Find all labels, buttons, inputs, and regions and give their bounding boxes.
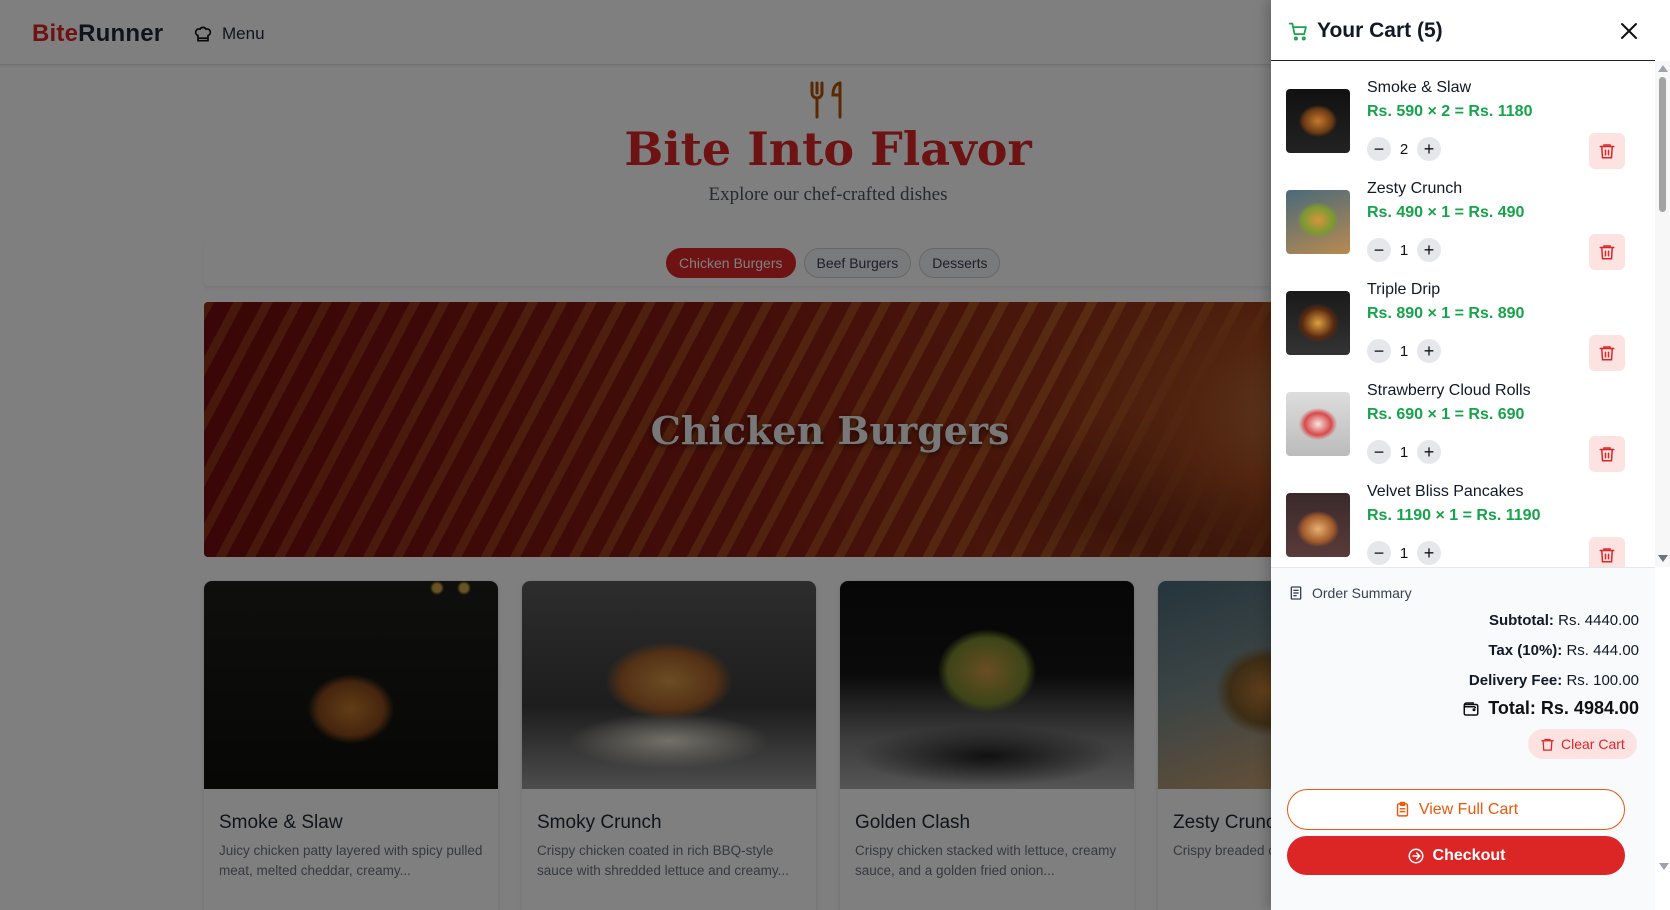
wallet-icon <box>1463 701 1479 716</box>
quantity-value: 1 <box>1399 544 1409 562</box>
cart-item-price: Rs. 490 × 1 = Rs. 490 <box>1367 204 1525 221</box>
cart-item-name: Triple Drip <box>1367 281 1441 298</box>
decrease-button[interactable]: − <box>1367 339 1391 363</box>
order-summary-heading: Order Summary <box>1288 585 1412 601</box>
cart-drawer: Your Cart (5) Smoke & Slaw Rs. 590 × 2 =… <box>1271 0 1670 910</box>
tax-row: Tax (10%): Rs. 444.00 <box>1488 642 1639 659</box>
clear-cart-button[interactable]: Clear Cart <box>1528 729 1637 759</box>
subtotal-row: Subtotal: Rs. 4440.00 <box>1489 612 1639 629</box>
total-text: Total: Rs. 4984.00 <box>1488 698 1639 718</box>
cart-header: Your Cart (5) <box>1271 0 1655 61</box>
subtotal-label: Subtotal: <box>1488 612 1554 629</box>
cart-item-image <box>1286 493 1350 557</box>
quantity-stepper: − 2 + <box>1367 137 1441 161</box>
delivery-row: Delivery Fee: Rs. 100.00 <box>1469 672 1639 689</box>
page-scroll-down-arrow-icon[interactable] <box>1659 863 1669 870</box>
cart-item-name: Velvet Bliss Pancakes <box>1367 483 1524 500</box>
remove-item-button[interactable] <box>1589 537 1625 567</box>
checkout-label: Checkout <box>1432 846 1506 864</box>
delivery-value: Rs. 100.00 <box>1566 672 1639 689</box>
quantity-value: 2 <box>1399 140 1409 158</box>
trash-icon <box>1599 245 1615 260</box>
cart-item-image <box>1286 89 1350 153</box>
cart-items-scrollbar[interactable] <box>1655 61 1670 567</box>
decrease-button[interactable]: − <box>1367 440 1391 464</box>
clipboard-icon <box>1396 801 1409 817</box>
cart-item-image <box>1286 392 1350 456</box>
cart-item: Velvet Bliss Pancakes Rs. 1190 × 1 = Rs.… <box>1271 465 1655 567</box>
quantity-value: 1 <box>1399 342 1409 360</box>
scroll-down-arrow-icon[interactable] <box>1658 555 1668 562</box>
trash-icon <box>1599 144 1615 159</box>
cart-item-price: Rs. 690 × 1 = Rs. 690 <box>1367 406 1525 423</box>
cart-item-name: Zesty Crunch <box>1367 180 1463 197</box>
cart-item: Strawberry Cloud Rolls Rs. 690 × 1 = Rs.… <box>1271 364 1655 472</box>
scroll-up-arrow-icon[interactable] <box>1658 65 1668 72</box>
decrease-button[interactable]: − <box>1367 541 1391 565</box>
quantity-stepper: − 1 + <box>1367 339 1441 363</box>
cart-item-name: Strawberry Cloud Rolls <box>1367 382 1531 399</box>
increase-button[interactable]: + <box>1417 541 1441 565</box>
tax-label: Tax (10%): <box>1488 642 1563 659</box>
increase-button[interactable]: + <box>1417 238 1441 262</box>
cart-item-image <box>1286 291 1350 355</box>
trash-icon <box>1599 447 1615 462</box>
cart-item: Zesty Crunch Rs. 490 × 1 = Rs. 490 − 1 + <box>1271 162 1655 270</box>
delivery-label: Delivery Fee: <box>1468 672 1563 689</box>
decrease-button[interactable]: − <box>1367 238 1391 262</box>
quantity-value: 1 <box>1399 443 1409 461</box>
cart-item: Triple Drip Rs. 890 × 1 = Rs. 890 − 1 + <box>1271 263 1655 371</box>
arrow-circle-right-icon <box>1408 848 1424 863</box>
clear-cart-label: Clear Cart <box>1561 736 1625 752</box>
cart-items-list: Smoke & Slaw Rs. 590 × 2 = Rs. 1180 − 2 … <box>1271 61 1655 567</box>
view-full-cart-label: View Full Cart <box>1418 800 1519 818</box>
increase-button[interactable]: + <box>1417 137 1441 161</box>
quantity-stepper: − 1 + <box>1367 440 1441 464</box>
trash-icon <box>1599 548 1615 563</box>
shopping-cart-icon <box>1288 22 1307 41</box>
increase-button[interactable]: + <box>1417 339 1441 363</box>
close-icon[interactable] <box>1617 19 1641 43</box>
view-full-cart-button[interactable]: View Full Cart <box>1287 789 1625 830</box>
quantity-value: 1 <box>1399 241 1409 259</box>
increase-button[interactable]: + <box>1417 440 1441 464</box>
trash-icon <box>1599 346 1615 361</box>
checkout-button[interactable]: Checkout <box>1287 836 1625 875</box>
cart-title: Your Cart (5) <box>1288 19 1443 43</box>
cart-item-price: Rs. 890 × 1 = Rs. 890 <box>1367 305 1525 322</box>
total-row: Total: Rs. 4984.00 <box>1462 698 1639 719</box>
tax-value: Rs. 444.00 <box>1566 642 1639 659</box>
cart-title-text: Your Cart (5) <box>1317 19 1443 42</box>
quantity-stepper: − 1 + <box>1367 238 1441 262</box>
order-summary-title: Order Summary <box>1312 585 1412 601</box>
cart-item-name: Smoke & Slaw <box>1367 79 1472 96</box>
decrease-button[interactable]: − <box>1367 137 1391 161</box>
cart-item-image <box>1286 190 1350 254</box>
cart-item-price: Rs. 590 × 2 = Rs. 1180 <box>1367 103 1533 120</box>
cart-item: Smoke & Slaw Rs. 590 × 2 = Rs. 1180 − 2 … <box>1271 61 1655 169</box>
order-summary: Order Summary Subtotal: Rs. 4440.00 Tax … <box>1271 567 1669 910</box>
scrollbar-thumb[interactable] <box>1659 77 1666 212</box>
subtotal-value: Rs. 4440.00 <box>1558 612 1639 629</box>
cart-item-price: Rs. 1190 × 1 = Rs. 1190 <box>1367 507 1541 524</box>
receipt-icon <box>1290 586 1302 600</box>
trash-icon <box>1541 738 1554 751</box>
quantity-stepper: − 1 + <box>1367 541 1441 565</box>
